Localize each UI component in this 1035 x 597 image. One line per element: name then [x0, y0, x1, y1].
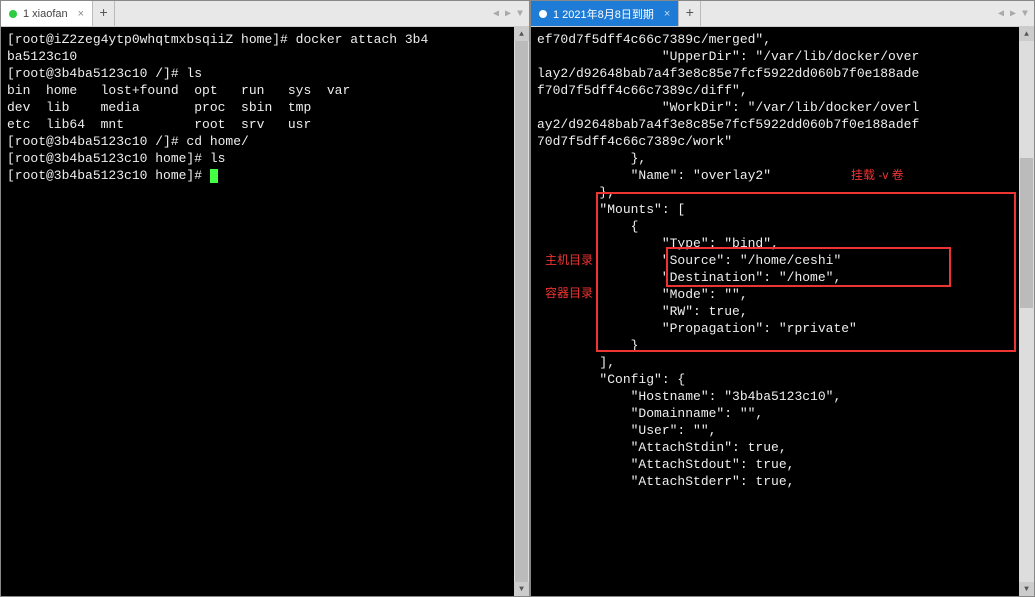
terminal-content: ef70d7f5dff4c66c7389c/merged", "UpperDir…: [537, 31, 1028, 490]
right-tabbar: 1 2021年8月8日到期 × + ◀ ▶ ▼: [531, 1, 1034, 27]
left-pane: 1 xiaofan × + ◀ ▶ ▼ [root@iZ2zeg4ytp0whq…: [0, 0, 530, 597]
scroll-down-icon[interactable]: ▼: [514, 582, 529, 596]
tab-label: 1 2021年8月8日到期: [553, 6, 654, 22]
scroll-down-icon[interactable]: ▼: [1019, 582, 1034, 596]
scrollbar[interactable]: ▲ ▼: [1019, 27, 1034, 596]
scrollbar[interactable]: ▲ ▼: [514, 27, 529, 596]
close-icon[interactable]: ×: [78, 8, 84, 20]
scroll-up-icon[interactable]: ▲: [514, 27, 529, 41]
right-terminal[interactable]: ef70d7f5dff4c66c7389c/merged", "UpperDir…: [531, 27, 1034, 596]
terminal-content: [root@iZ2zeg4ytp0whqtmxbsqiiZ home]# doc…: [7, 31, 523, 184]
cursor: [210, 169, 218, 183]
scroll-thumb[interactable]: [515, 41, 528, 582]
status-dot-icon: [539, 10, 547, 18]
close-icon[interactable]: ×: [664, 8, 670, 20]
scroll-track[interactable]: [514, 41, 529, 582]
scroll-thumb[interactable]: [1020, 158, 1033, 308]
scroll-up-icon[interactable]: ▲: [1019, 27, 1034, 41]
tab-nav-arrows[interactable]: ◀ ▶ ▼: [487, 1, 529, 26]
add-tab-button[interactable]: +: [93, 1, 115, 26]
tab-xiaofan[interactable]: 1 xiaofan ×: [1, 1, 93, 26]
tab-label: 1 xiaofan: [23, 8, 68, 20]
right-pane: 1 2021年8月8日到期 × + ◀ ▶ ▼ ef70d7f5dff4c66c…: [530, 0, 1035, 597]
left-terminal[interactable]: [root@iZ2zeg4ytp0whqtmxbsqiiZ home]# doc…: [1, 27, 529, 596]
tab-nav-arrows[interactable]: ◀ ▶ ▼: [992, 1, 1034, 26]
scroll-track[interactable]: [1019, 41, 1034, 582]
left-tabbar: 1 xiaofan × + ◀ ▶ ▼: [1, 1, 529, 27]
status-dot-icon: [9, 10, 17, 18]
add-tab-button[interactable]: +: [679, 1, 701, 26]
tab-expiry[interactable]: 1 2021年8月8日到期 ×: [531, 1, 679, 26]
